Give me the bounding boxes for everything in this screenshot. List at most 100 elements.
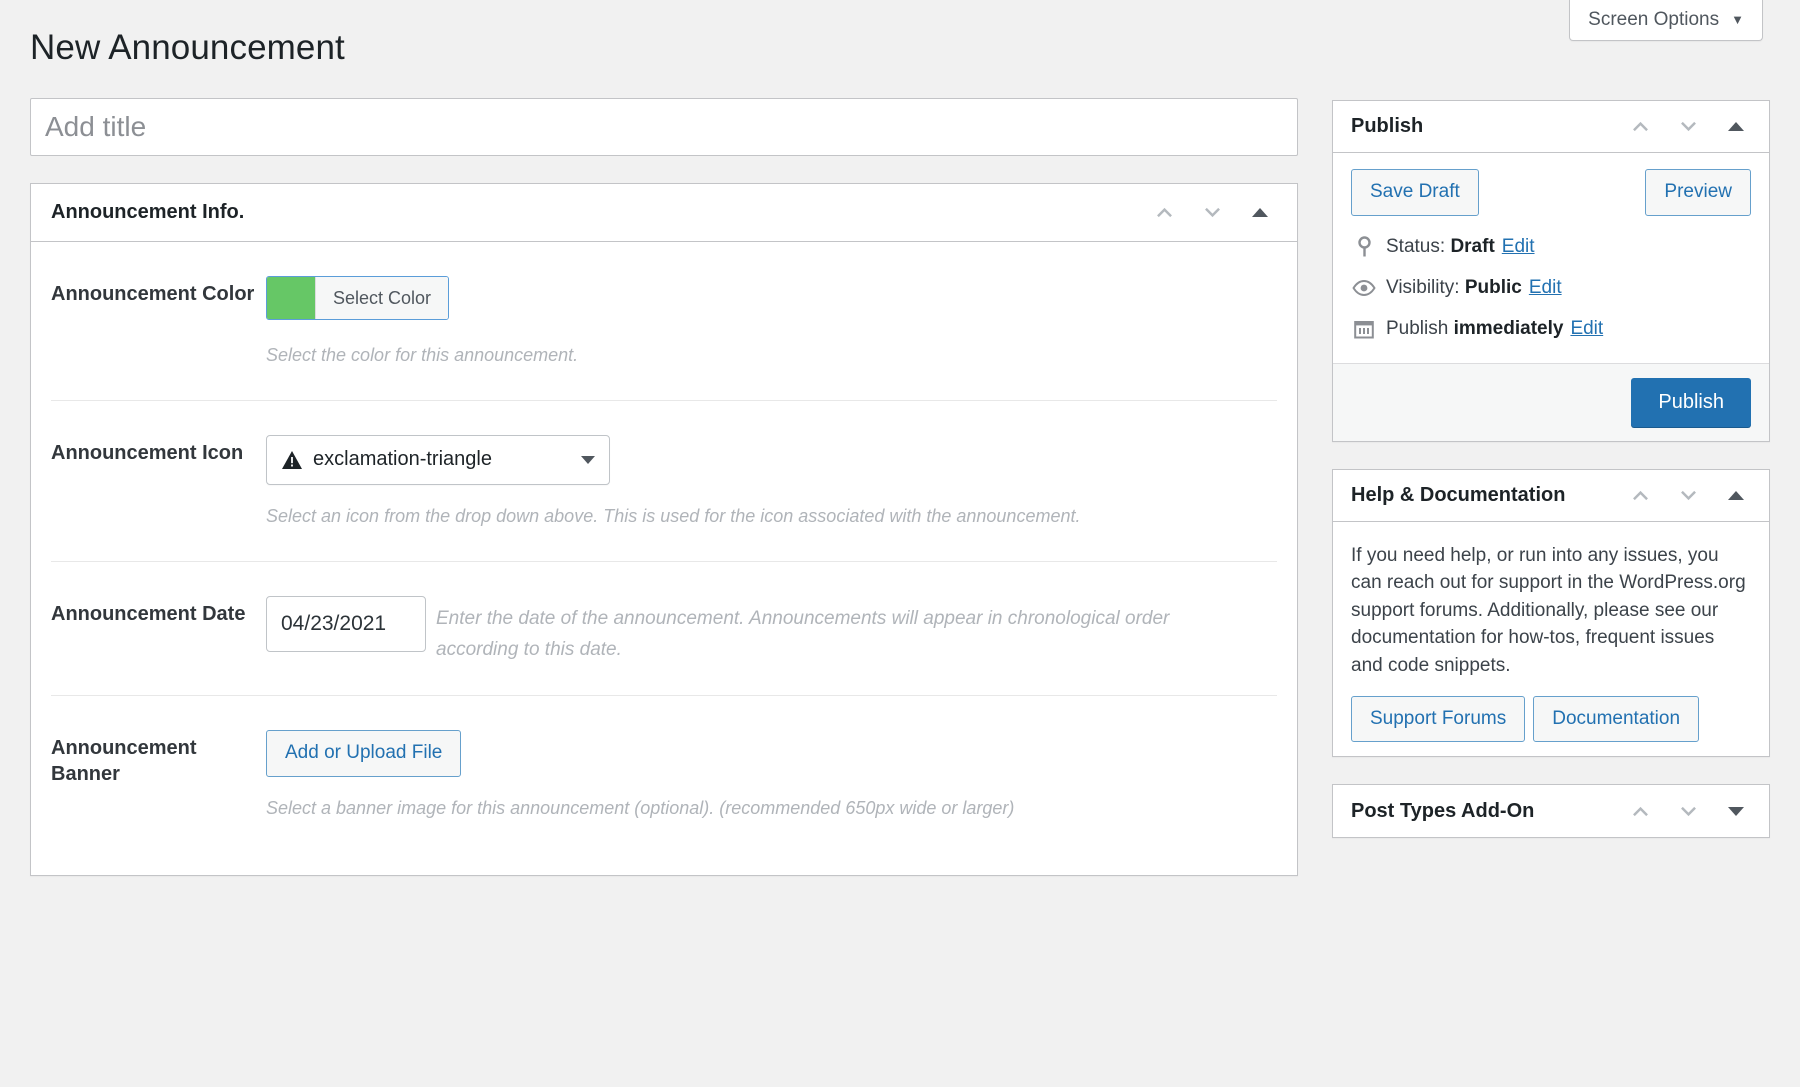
publish-panel-title: Publish: [1351, 115, 1423, 138]
status-row: Status: Draft Edit: [1351, 226, 1751, 267]
publish-panel-body: Save Draft Preview Status: Draft Edit Vi…: [1333, 153, 1769, 363]
addon-panel-title: Post Types Add-On: [1351, 800, 1534, 823]
chevron-down-icon: ▼: [1731, 13, 1744, 26]
toggle-panel-button[interactable]: [1239, 192, 1281, 234]
visibility-row: Visibility: Public Edit: [1351, 267, 1751, 308]
chevron-down-icon: [1679, 486, 1698, 505]
field-description-date: Enter the date of the announcement. Anno…: [436, 604, 1226, 666]
move-down-button[interactable]: [1667, 106, 1709, 148]
field-label-color: Announcement Color: [51, 276, 266, 370]
date-row: Enter the date of the announcement. Anno…: [266, 596, 1277, 666]
color-picker-button[interactable]: Select Color: [266, 276, 449, 320]
form-row-color: Announcement Color Select Color Select t…: [51, 242, 1277, 401]
field-label-icon: Announcement Icon: [51, 435, 266, 531]
exclamation-triangle-icon: [281, 450, 303, 470]
add-or-upload-file-button[interactable]: Add or Upload File: [266, 730, 461, 777]
publish-action-buttons: Save Draft Preview: [1351, 169, 1751, 216]
announcement-info-metabox: Announcement Info. Announcement Color: [30, 183, 1298, 876]
support-forums-button[interactable]: Support Forums: [1351, 696, 1525, 743]
schedule-edit-link[interactable]: Edit: [1570, 318, 1603, 340]
move-up-button[interactable]: [1619, 474, 1661, 516]
schedule-prefix: Publish: [1386, 318, 1448, 340]
chevron-up-icon: [1631, 117, 1650, 136]
screen-options-label: Screen Options: [1588, 10, 1719, 29]
documentation-button[interactable]: Documentation: [1533, 696, 1699, 743]
triangle-up-icon: [1252, 208, 1268, 217]
post-title-input[interactable]: [30, 98, 1298, 156]
field-description-banner: Select a banner image for this announcem…: [266, 795, 1277, 823]
metabox-title: Announcement Info.: [51, 201, 244, 224]
form-row-date: Announcement Date Enter the date of the …: [51, 562, 1277, 697]
preview-button[interactable]: Preview: [1645, 169, 1751, 216]
visibility-value: Public: [1465, 277, 1522, 299]
publish-panel-actions: [1619, 106, 1757, 148]
announcement-info-header: Announcement Info.: [31, 184, 1297, 242]
addon-panel-actions: [1619, 790, 1757, 832]
help-panel-actions: [1619, 474, 1757, 516]
schedule-row: Publish immediately Edit: [1351, 308, 1751, 349]
status-value: Draft: [1450, 236, 1494, 258]
help-panel-header: Help & Documentation: [1333, 470, 1769, 522]
field-control-color: Select Color Select the color for this a…: [266, 276, 1277, 370]
move-down-button[interactable]: [1191, 192, 1233, 234]
metabox-form-body: Announcement Color Select Color Select t…: [31, 242, 1297, 875]
publish-button[interactable]: Publish: [1631, 378, 1751, 427]
form-row-banner: Announcement Banner Add or Upload File S…: [51, 696, 1277, 875]
main-content-column: Announcement Info. Announcement Color: [30, 98, 1298, 876]
move-up-button[interactable]: [1619, 790, 1661, 832]
triangle-down-icon: [1728, 807, 1744, 816]
chevron-down-icon: [581, 456, 595, 464]
visibility-prefix: Visibility:: [1386, 277, 1460, 299]
help-panel-text: If you need help, or run into any issues…: [1351, 542, 1751, 680]
publish-panel-footer: Publish: [1333, 363, 1769, 441]
announcement-icon-value: exclamation-triangle: [313, 448, 573, 471]
save-draft-button[interactable]: Save Draft: [1351, 169, 1479, 216]
triangle-up-icon: [1728, 491, 1744, 500]
metabox-actions: [1143, 192, 1281, 234]
field-control-date: Enter the date of the announcement. Anno…: [266, 596, 1277, 666]
help-panel-buttons: Support Forums Documentation: [1351, 696, 1751, 743]
color-swatch: [267, 277, 315, 319]
status-prefix: Status:: [1386, 236, 1445, 258]
toggle-panel-button[interactable]: [1715, 790, 1757, 832]
field-description-color: Select the color for this announcement.: [266, 342, 1277, 370]
chevron-down-icon: [1679, 117, 1698, 136]
chevron-down-icon: [1679, 802, 1698, 821]
announcement-date-input[interactable]: [266, 596, 426, 652]
page-title: New Announcement: [30, 28, 345, 68]
addon-panel-header: Post Types Add-On: [1333, 785, 1769, 837]
sidebar-column: Publish Save Draft Preview: [1332, 100, 1770, 865]
help-documentation-panel: Help & Documentation If you need help, o…: [1332, 469, 1770, 758]
field-label-date: Announcement Date: [51, 596, 266, 666]
chevron-up-icon: [1631, 486, 1650, 505]
form-row-icon: Announcement Icon exclamation-triangle S…: [51, 401, 1277, 562]
pin-icon: [1351, 236, 1377, 257]
move-up-button[interactable]: [1619, 106, 1661, 148]
move-down-button[interactable]: [1667, 474, 1709, 516]
toggle-panel-button[interactable]: [1715, 106, 1757, 148]
post-types-addon-panel: Post Types Add-On: [1332, 784, 1770, 838]
field-label-banner: Announcement Banner: [51, 730, 266, 823]
help-panel-title: Help & Documentation: [1351, 484, 1565, 507]
schedule-value: immediately: [1454, 318, 1564, 340]
triangle-up-icon: [1728, 122, 1744, 131]
status-edit-link[interactable]: Edit: [1502, 236, 1535, 258]
select-color-label: Select Color: [315, 277, 448, 319]
chevron-down-icon: [1203, 203, 1222, 222]
eye-icon: [1351, 280, 1377, 296]
field-control-banner: Add or Upload File Select a banner image…: [266, 730, 1277, 823]
toggle-panel-button[interactable]: [1715, 474, 1757, 516]
publish-panel: Publish Save Draft Preview: [1332, 100, 1770, 442]
announcement-icon-select[interactable]: exclamation-triangle: [266, 435, 610, 485]
move-up-button[interactable]: [1143, 192, 1185, 234]
move-down-button[interactable]: [1667, 790, 1709, 832]
field-description-icon: Select an icon from the drop down above.…: [266, 503, 1277, 531]
field-control-icon: exclamation-triangle Select an icon from…: [266, 435, 1277, 531]
screen-options-area: Screen Options ▼: [1569, 0, 1763, 41]
publish-panel-header: Publish: [1333, 101, 1769, 153]
chevron-up-icon: [1155, 203, 1174, 222]
chevron-up-icon: [1631, 802, 1650, 821]
visibility-edit-link[interactable]: Edit: [1529, 277, 1562, 299]
screen-options-button[interactable]: Screen Options ▼: [1569, 0, 1763, 41]
calendar-icon: [1351, 319, 1377, 339]
